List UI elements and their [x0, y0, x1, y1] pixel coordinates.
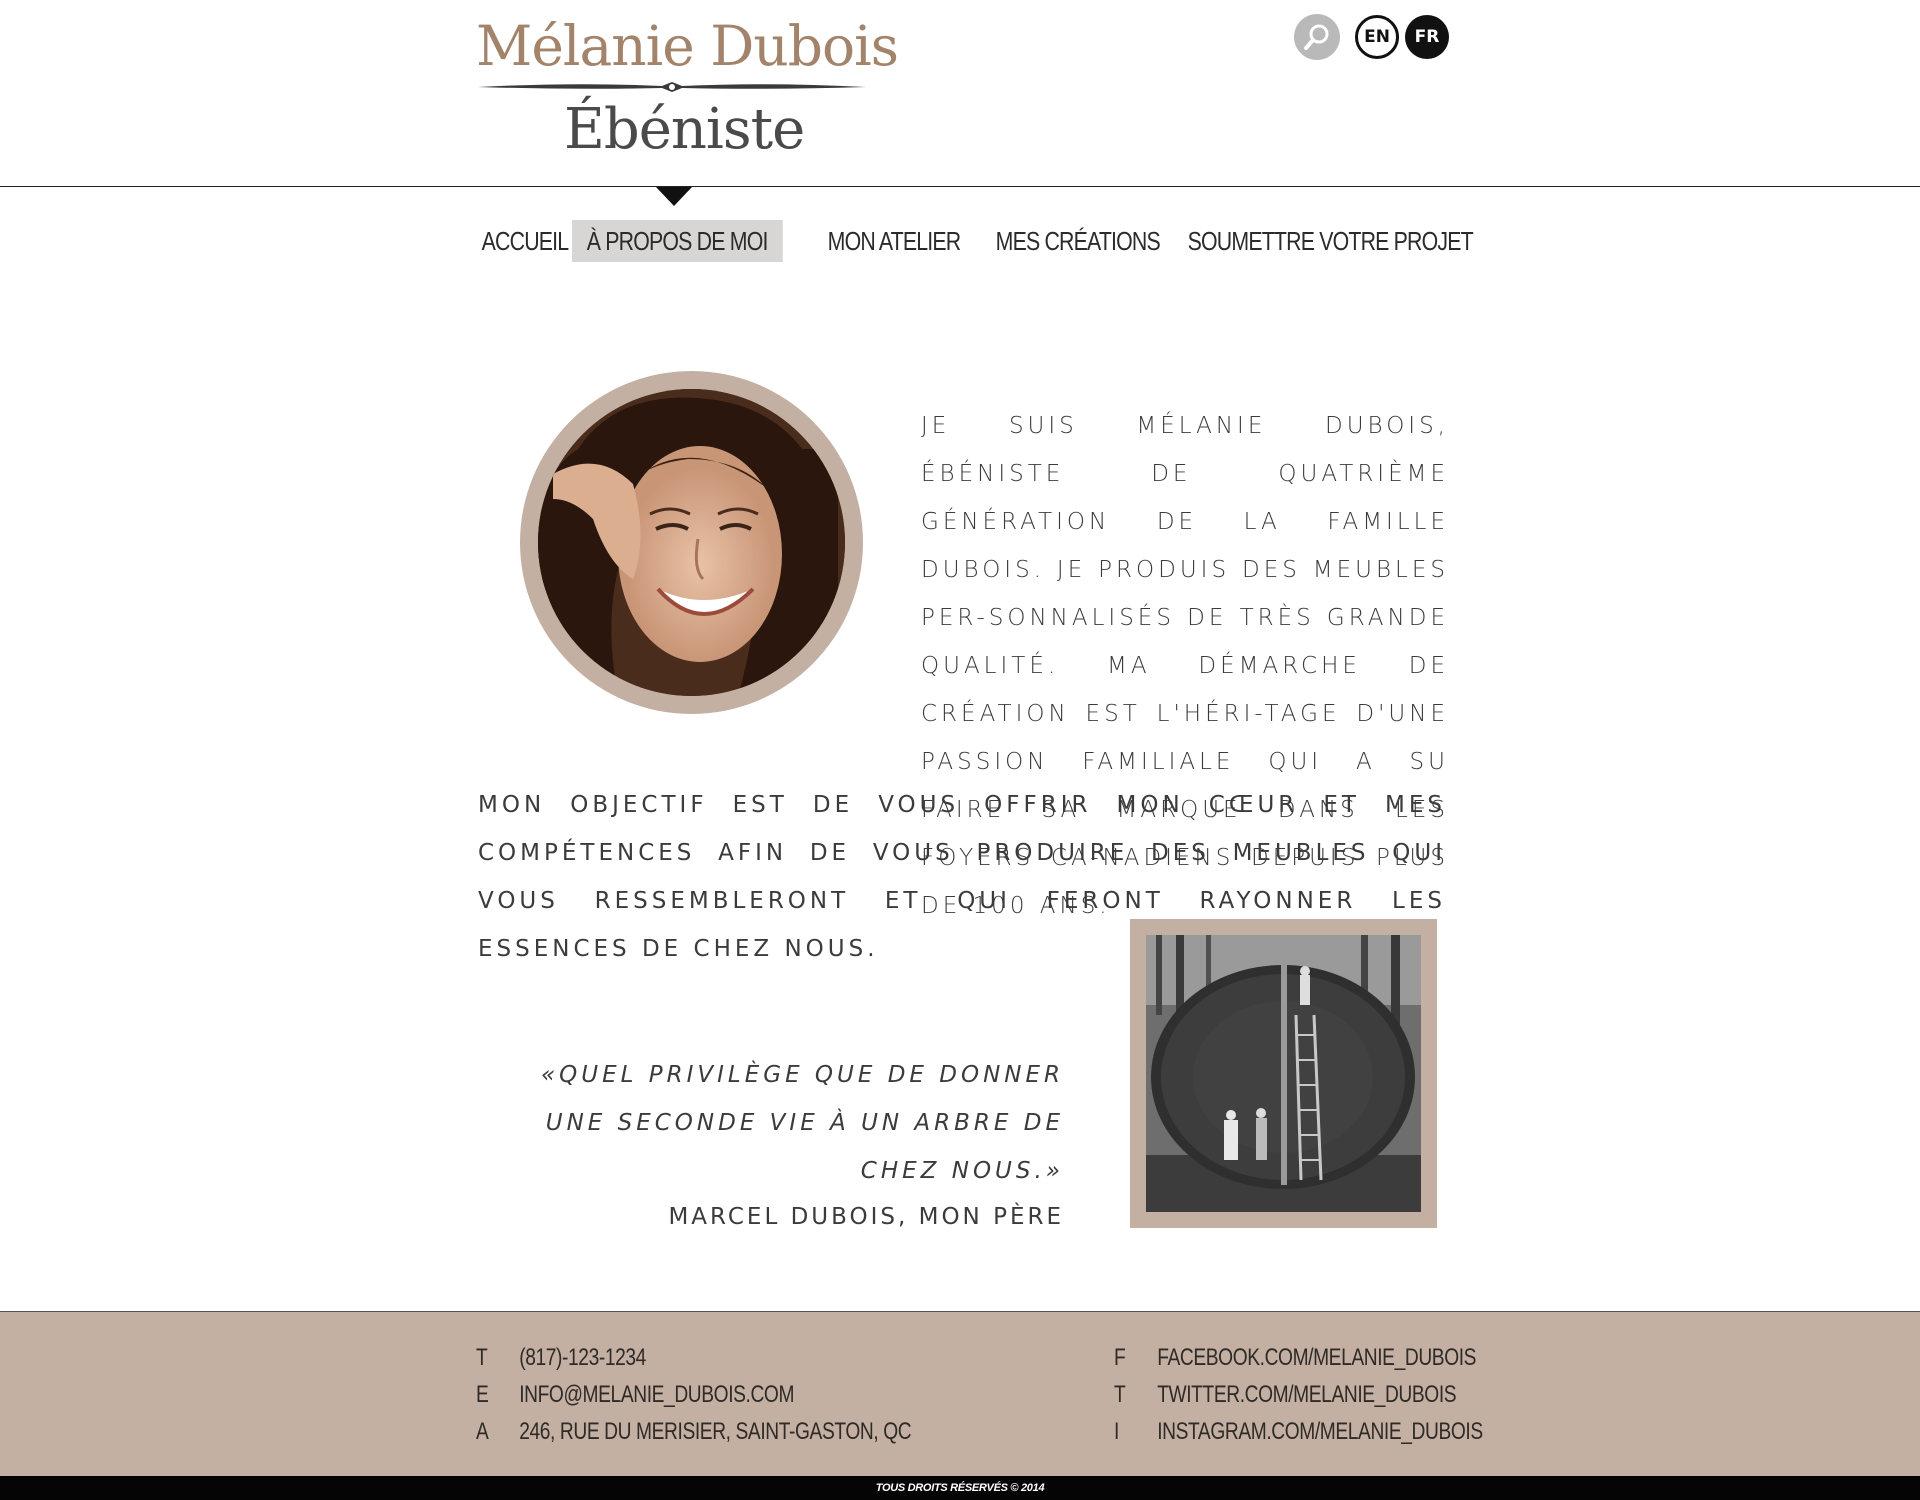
- facebook-link[interactable]: facebook.com/melanie_dubois: [1157, 1344, 1476, 1371]
- nav-item-a-propos[interactable]: À propos de moi: [572, 220, 783, 262]
- footer-email-row: Einfo@melanie_dubois.com: [476, 1381, 794, 1409]
- main-nav: Accueil À propos de moi Mon atelier Mes …: [0, 220, 1920, 262]
- footer-instagram-row: Iinstagram.com/melanie_dubois: [1114, 1418, 1483, 1446]
- quote-text: «Quel privilège que de donner une second…: [540, 1062, 1064, 1184]
- search-button[interactable]: [1294, 14, 1340, 60]
- portrait-frame: [520, 371, 863, 714]
- instagram-link[interactable]: instagram.com/melanie_dubois: [1157, 1418, 1483, 1445]
- nav-item-mon-atelier[interactable]: Mon atelier: [826, 220, 962, 262]
- site-footer: T (817)-123-1234 Einfo@melanie_dubois.com…: [0, 1311, 1920, 1476]
- footer-address-row: A 246, rue du Merisier, Saint-Gaston, QC: [476, 1418, 912, 1446]
- search-icon: [1304, 24, 1329, 50]
- historic-photo-frame: [1130, 919, 1437, 1228]
- site-logo[interactable]: Mélanie Dubois Ébéniste: [476, 14, 899, 162]
- email-key: E: [476, 1381, 489, 1408]
- quote-author: Marcel Dubois, mon père: [668, 1204, 1064, 1230]
- logo-flourish-icon: [478, 82, 866, 92]
- twitter-key: T: [1114, 1381, 1126, 1408]
- copyright-bar: TOUS DROITS RÉSERVÉS © 2014: [0, 1476, 1920, 1500]
- lang-en-button[interactable]: EN: [1355, 15, 1399, 59]
- phone-key: T: [476, 1344, 488, 1371]
- address-key: A: [476, 1418, 489, 1445]
- nav-item-soumettre-projet[interactable]: Soumettre votre projet: [1186, 220, 1474, 262]
- facebook-key: F: [1114, 1344, 1126, 1371]
- lang-fr-button[interactable]: FR: [1405, 15, 1449, 59]
- site-header: Mélanie Dubois Ébéniste EN FR: [0, 0, 1920, 187]
- instagram-key: I: [1114, 1418, 1119, 1445]
- nav-active-pointer-icon: [656, 187, 692, 206]
- historic-tree-photo: [1146, 935, 1421, 1212]
- footer-facebook-row: Ffacebook.com/melanie_dubois: [1114, 1344, 1476, 1372]
- footer-twitter-row: Ttwitter.com/melanie_dubois: [1114, 1381, 1457, 1409]
- nav-item-accueil[interactable]: Accueil: [480, 220, 570, 262]
- header-divider: [0, 186, 1920, 187]
- nav-item-mes-creations[interactable]: Mes créations: [994, 220, 1162, 262]
- twitter-link[interactable]: twitter.com/melanie_dubois: [1157, 1381, 1456, 1408]
- footer-phone-row: T (817)-123-1234: [476, 1344, 646, 1372]
- phone-value[interactable]: (817)-123-1234: [519, 1344, 646, 1371]
- address-value: 246, rue du Merisier, Saint-Gaston, QC: [519, 1418, 912, 1445]
- email-value[interactable]: info@melanie_dubois.com: [519, 1381, 794, 1408]
- logo-name: Mélanie Dubois: [476, 14, 899, 78]
- portrait-photo: [538, 389, 845, 696]
- logo-subtitle: Ébéniste: [564, 97, 805, 162]
